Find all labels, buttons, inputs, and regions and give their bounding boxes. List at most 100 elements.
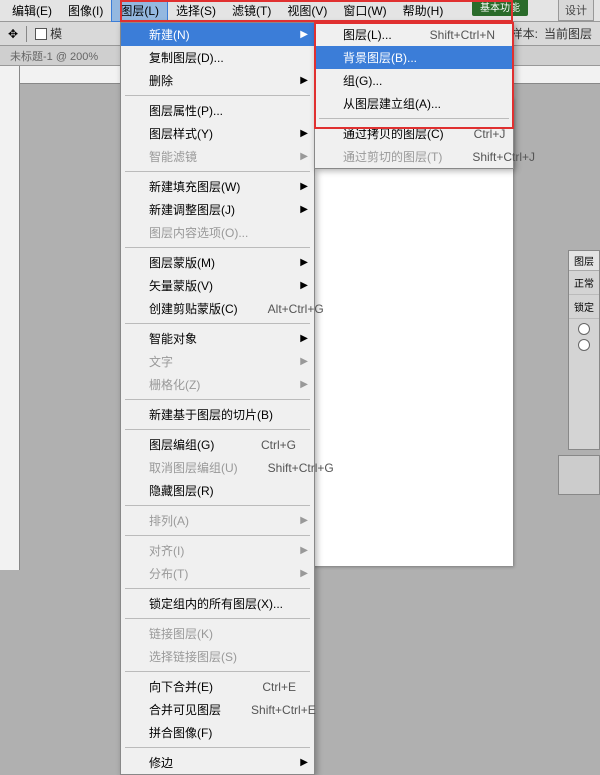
- menu-item-label: 新建调整图层(J): [149, 201, 235, 218]
- design-tab[interactable]: 设计: [558, 0, 594, 21]
- visibility-eye-icon[interactable]: [578, 339, 590, 351]
- menu-image[interactable]: 图像(I): [60, 0, 111, 21]
- layer-menu-item[interactable]: 图层样式(Y)▶: [121, 122, 314, 145]
- submenu-arrow-icon: ▶: [300, 29, 308, 40]
- submenu-arrow-icon: ▶: [300, 75, 308, 86]
- menu-separator: [125, 429, 310, 430]
- menu-separator: [125, 535, 310, 536]
- layer-menu-item[interactable]: 矢量蒙版(V) ▶: [121, 274, 314, 297]
- layer-menu-item[interactable]: 复制图层(D)...: [121, 46, 314, 69]
- menu-item-label: 删除: [149, 72, 173, 89]
- new-submenu-item[interactable]: 背景图层(B)...: [315, 46, 513, 69]
- menu-separator: [125, 323, 310, 324]
- visibility-eye-icon[interactable]: [578, 323, 590, 335]
- layer-menu-item[interactable]: 隐藏图层(R): [121, 479, 314, 502]
- menu-item-label: 背景图层(B)...: [343, 49, 417, 66]
- new-submenu-item[interactable]: 组(G)...: [315, 69, 513, 92]
- toolbar-sample-label: 样本:: [511, 25, 538, 42]
- menu-item-label: 从图层建立组(A)...: [343, 95, 441, 112]
- menu-item-label: 图层内容选项(O)...: [149, 224, 248, 241]
- menu-item-label: 隐藏图层(R): [149, 482, 214, 499]
- menu-shortcut: Ctrl+E: [262, 680, 296, 694]
- panel-tab[interactable]: 图层: [569, 251, 599, 271]
- menu-item-label: 新建(N): [149, 26, 190, 43]
- panel-lock[interactable]: 锁定: [569, 295, 599, 319]
- layer-menu-item: 链接图层(K): [121, 622, 314, 645]
- layer-menu-item[interactable]: 创建剪贴蒙版(C)Alt+Ctrl+G: [121, 297, 314, 320]
- new-submenu-item[interactable]: 通过拷贝的图层(C) Ctrl+J: [315, 122, 513, 145]
- layer-menu-dropdown: 新建(N)▶复制图层(D)...删除▶图层属性(P)...图层样式(Y)▶智能滤…: [120, 22, 315, 775]
- toolbar-checkbox[interactable]: [35, 28, 47, 40]
- menu-edit[interactable]: 编辑(E): [4, 0, 60, 21]
- menu-item-label: 向下合并(E): [149, 678, 213, 695]
- menu-view[interactable]: 视图(V): [279, 0, 335, 21]
- menu-shortcut: Alt+Ctrl+G: [268, 302, 324, 316]
- menu-separator: [125, 505, 310, 506]
- menu-item-label: 矢量蒙版(V): [149, 277, 213, 294]
- submenu-arrow-icon: ▶: [300, 204, 308, 215]
- menu-help[interactable]: 帮助(H): [395, 0, 452, 21]
- layer-menu-item[interactable]: 智能对象 ▶: [121, 327, 314, 350]
- layer-menu-item[interactable]: 修边 ▶: [121, 751, 314, 774]
- menu-shortcut: Ctrl+G: [261, 438, 296, 452]
- menu-separator: [125, 671, 310, 672]
- layer-menu-item: 对齐(I) ▶: [121, 539, 314, 562]
- menu-shortcut: Ctrl+J: [474, 127, 506, 141]
- menu-item-label: 对齐(I): [149, 542, 184, 559]
- layer-menu-item: 栅格化(Z)▶: [121, 373, 314, 396]
- new-submenu-item[interactable]: 图层(L)...Shift+Ctrl+N: [315, 23, 513, 46]
- menu-shortcut: Shift+Ctrl+G: [268, 461, 334, 475]
- layer-menu-item[interactable]: 向下合并(E) Ctrl+E: [121, 675, 314, 698]
- layer-menu-item[interactable]: 图层编组(G) Ctrl+G: [121, 433, 314, 456]
- layer-menu-item[interactable]: 新建基于图层的切片(B): [121, 403, 314, 426]
- menu-shortcut: Shift+Ctrl+E: [251, 703, 316, 717]
- layer-menu-item[interactable]: 删除 ▶: [121, 69, 314, 92]
- menu-item-label: 排列(A): [149, 512, 189, 529]
- layer-menu-item[interactable]: 新建填充图层(W)▶: [121, 175, 314, 198]
- layers-panel[interactable]: 图层 正常 锁定: [568, 250, 600, 450]
- new-submenu-item[interactable]: 从图层建立组(A)...: [315, 92, 513, 115]
- layer-menu-item[interactable]: 新建(N) ▶: [121, 23, 314, 46]
- menu-window[interactable]: 窗口(W): [335, 0, 394, 21]
- menu-item-label: 分布(T): [149, 565, 188, 582]
- submenu-arrow-icon: ▶: [300, 757, 308, 768]
- menu-item-label: 文字: [149, 353, 173, 370]
- menu-item-label: 取消图层编组(U): [149, 459, 238, 476]
- top-feature-button[interactable]: 基本功能: [472, 0, 528, 16]
- menu-item-label: 修边: [149, 754, 173, 771]
- layer-menu-item[interactable]: 新建调整图层(J) ▶: [121, 198, 314, 221]
- tool-icon[interactable]: ✥: [8, 27, 18, 41]
- menu-select[interactable]: 选择(S): [168, 0, 224, 21]
- menu-item-label: 创建剪贴蒙版(C): [149, 300, 238, 317]
- menu-item-label: 图层(L)...: [343, 26, 392, 43]
- new-submenu-item: 通过剪切的图层(T)Shift+Ctrl+J: [315, 145, 513, 168]
- toolbar-sample-value[interactable]: 当前图层: [544, 25, 592, 42]
- panel-blend-mode[interactable]: 正常: [569, 271, 599, 295]
- menu-separator: [125, 588, 310, 589]
- layer-menu-item: 选择链接图层(S): [121, 645, 314, 668]
- submenu-arrow-icon: ▶: [300, 151, 308, 162]
- layer-menu-item[interactable]: 图层蒙版(M)▶: [121, 251, 314, 274]
- menu-item-label: 图层蒙版(M): [149, 254, 215, 271]
- menu-item-label: 智能对象: [149, 330, 197, 347]
- submenu-arrow-icon: ▶: [300, 280, 308, 291]
- layer-menu-item[interactable]: 锁定组内的所有图层(X)...: [121, 592, 314, 615]
- menu-item-label: 锁定组内的所有图层(X)...: [149, 595, 283, 612]
- menu-item-label: 新建基于图层的切片(B): [149, 406, 273, 423]
- submenu-arrow-icon: ▶: [300, 181, 308, 192]
- submenu-arrow-icon: ▶: [300, 545, 308, 556]
- menu-separator: [125, 171, 310, 172]
- menu-item-label: 图层编组(G): [149, 436, 214, 453]
- layer-menu-item[interactable]: 合并可见图层Shift+Ctrl+E: [121, 698, 314, 721]
- layer-menu-item: 分布(T)▶: [121, 562, 314, 585]
- layer-menu-item: 排列(A)▶: [121, 509, 314, 532]
- layer-menu-item[interactable]: 拼合图像(F): [121, 721, 314, 744]
- toolbar-mode-label: 模: [50, 25, 62, 42]
- menu-layer[interactable]: 图层(L): [111, 0, 168, 22]
- menu-item-label: 通过拷贝的图层(C): [343, 125, 444, 142]
- layer-menu-item[interactable]: 图层属性(P)...: [121, 99, 314, 122]
- menu-separator: [125, 747, 310, 748]
- menu-item-label: 选择链接图层(S): [149, 648, 237, 665]
- menu-filter[interactable]: 滤镜(T): [224, 0, 279, 21]
- submenu-arrow-icon: ▶: [300, 333, 308, 344]
